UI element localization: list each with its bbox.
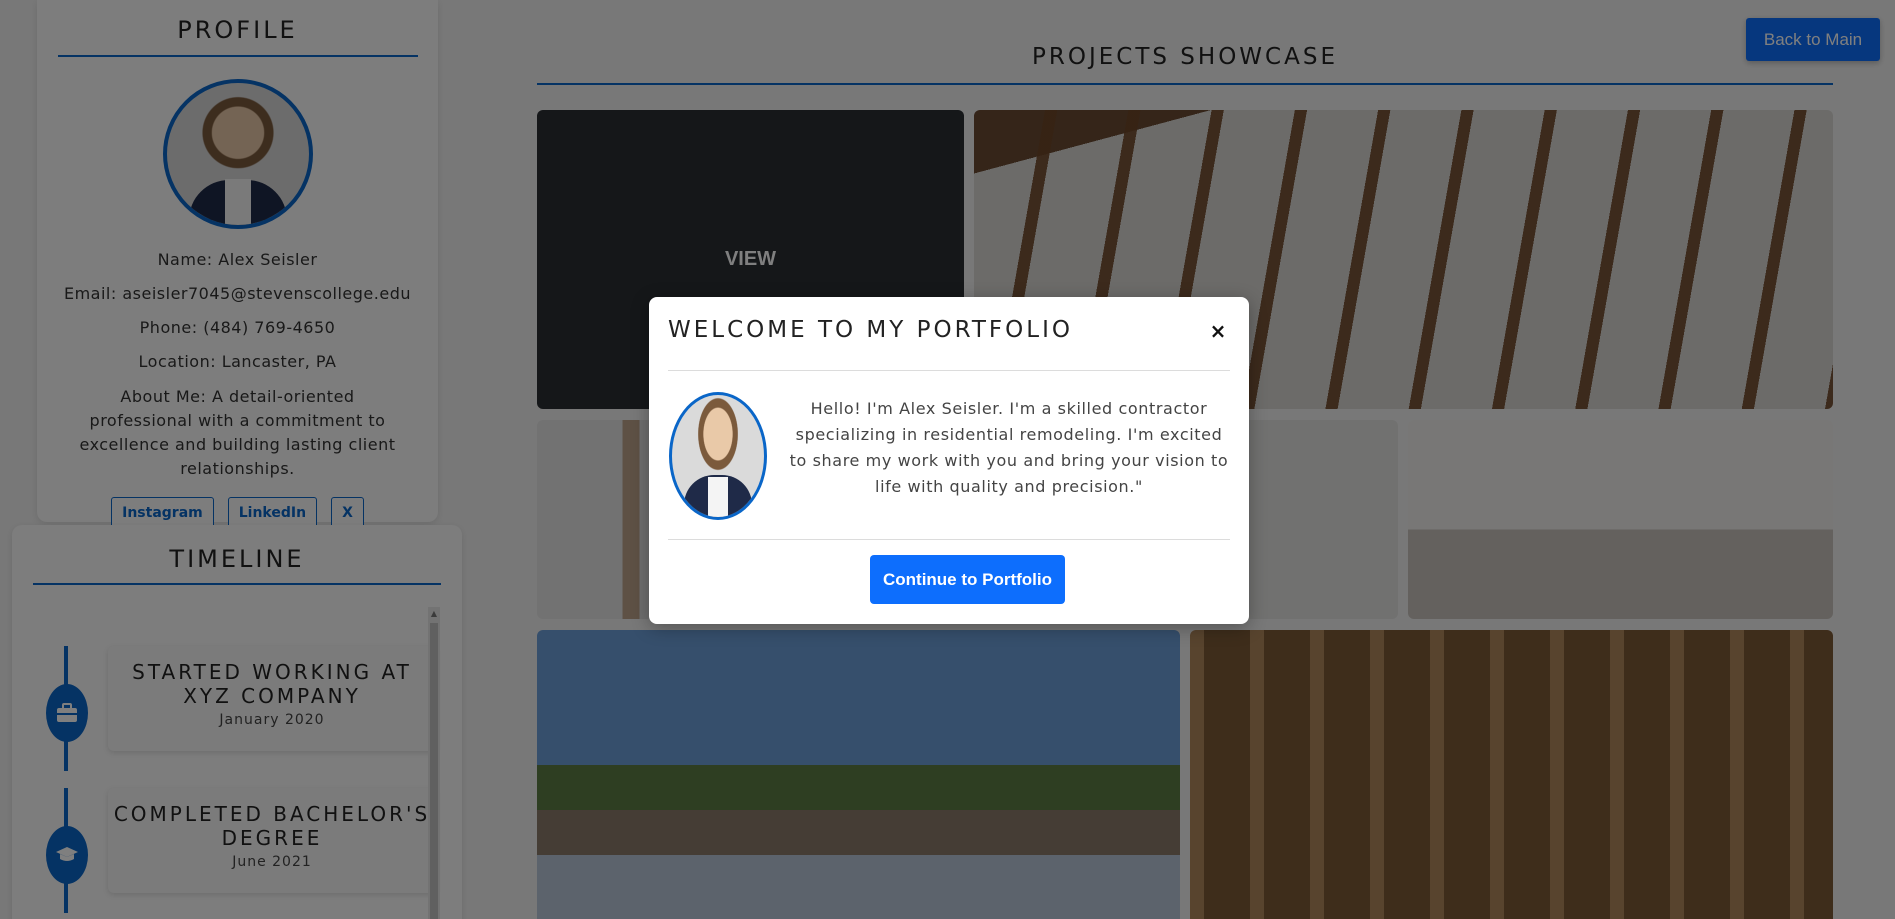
- continue-to-portfolio-button[interactable]: Continue to Portfolio: [870, 555, 1065, 604]
- close-icon[interactable]: ×: [1206, 319, 1230, 343]
- modal-footer: Continue to Portfolio: [668, 539, 1230, 624]
- modal-avatar: [669, 392, 767, 520]
- welcome-modal: WELCOME TO MY PORTFOLIO × Hello! I'm Ale…: [649, 297, 1249, 624]
- modal-header: WELCOME TO MY PORTFOLIO ×: [668, 297, 1230, 371]
- modal-title: WELCOME TO MY PORTFOLIO: [668, 317, 1073, 343]
- avatar-shirt: [708, 477, 728, 517]
- modal-message: Hello! I'm Alex Seisler. I'm a skilled c…: [789, 399, 1229, 496]
